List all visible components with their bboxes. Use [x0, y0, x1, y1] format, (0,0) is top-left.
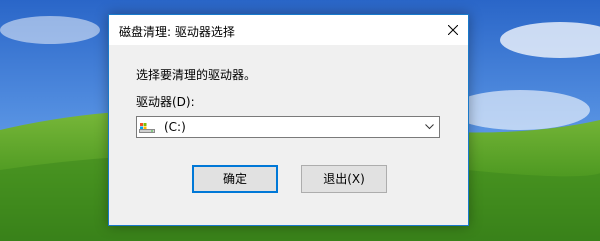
chevron-down-icon [425, 124, 434, 130]
drive-label: 驱动器(D): [136, 95, 195, 109]
ok-button[interactable]: 确定 [192, 165, 278, 193]
disk-cleanup-dialog: 磁盘清理: 驱动器选择 选择要清理的驱动器。 驱动器(D): (C:) 确定 退… [108, 14, 469, 226]
drive-dropdown[interactable]: (C:) [136, 116, 440, 138]
exit-button[interactable]: 退出(X) [301, 165, 387, 193]
selected-drive: (C:) [164, 120, 186, 134]
dialog-titlebar[interactable]: 磁盘清理: 驱动器选择 [109, 15, 468, 45]
dialog-title: 磁盘清理: 驱动器选择 [119, 25, 235, 39]
instruction-text: 选择要清理的驱动器。 [136, 68, 257, 82]
close-icon [448, 25, 458, 35]
close-button[interactable] [438, 15, 468, 45]
drive-icon [139, 123, 155, 133]
desktop-wallpaper: 磁盘清理: 驱动器选择 选择要清理的驱动器。 驱动器(D): (C:) 确定 退… [0, 0, 600, 241]
